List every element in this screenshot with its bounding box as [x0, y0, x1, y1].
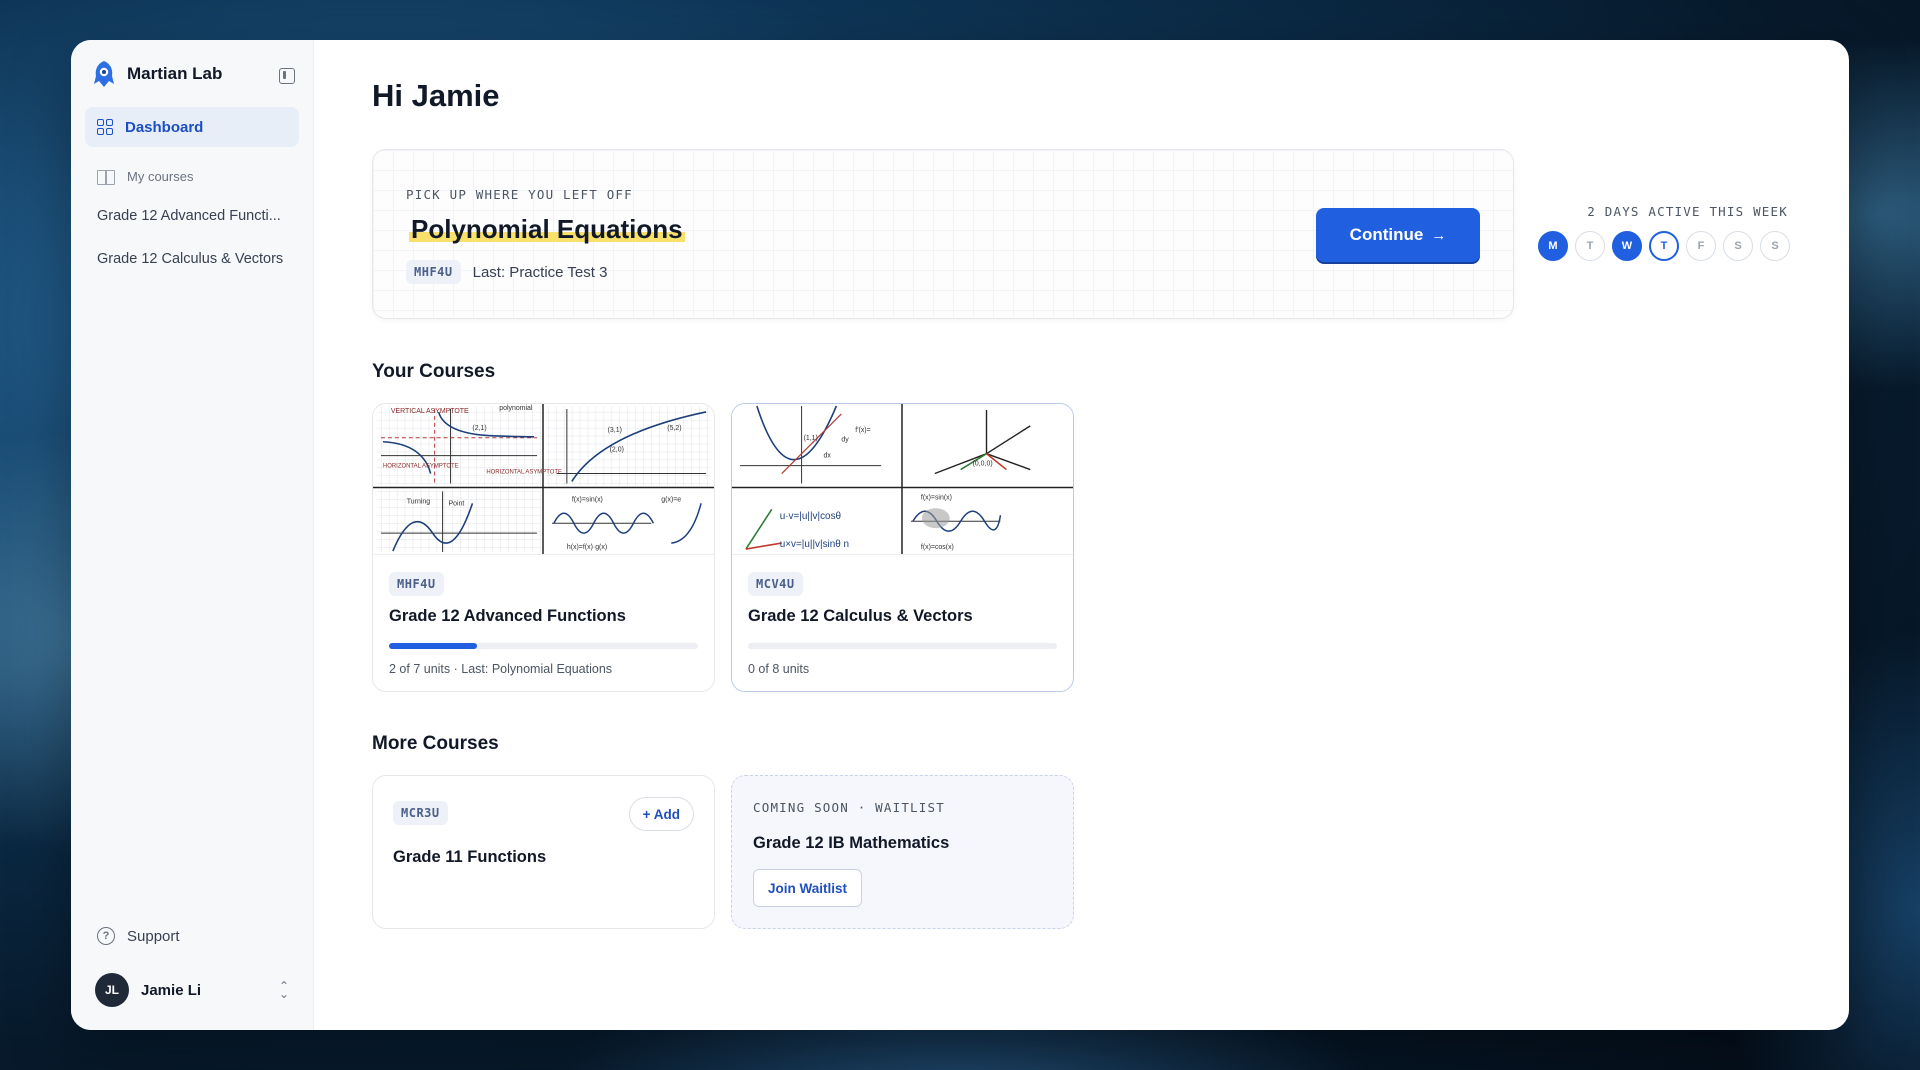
thumbnail-label: (2,0) [610, 447, 624, 454]
arrow-right-icon: → [1431, 226, 1447, 244]
course-thumbnail: VERTICAL ASYMPTOTE polynomial (2,1) HORI… [373, 404, 714, 555]
streak-day: T [1575, 231, 1605, 261]
collapse-sidebar-icon[interactable] [279, 68, 295, 84]
thumbnail-label: f(x)=cos(x) [921, 544, 954, 551]
progress-bar [389, 643, 698, 649]
thumbnail-label: f'(x)= [855, 427, 870, 434]
course-card[interactable]: (1,1) dy dx f'(x)= (0,0,0) u·v=|u||v|cos… [731, 403, 1074, 692]
thumbnail-label: polynomial [499, 405, 533, 412]
sidebar-item-dashboard[interactable]: Dashboard [85, 107, 299, 147]
your-courses-heading: Your Courses [372, 361, 496, 382]
user-menu[interactable]: JL Jamie Li ⌃ ⌄ [95, 972, 289, 1008]
course-title: Grade 11 Functions [393, 848, 547, 866]
resume-title: Polynomial Equations [409, 214, 685, 245]
resume-meta: MHF4U Last: Practice Test 3 [406, 260, 607, 284]
course-title: Grade 12 Calculus & Vectors [748, 607, 973, 625]
thumbnail-label: h(x)=f(x)·g(x) [567, 544, 607, 551]
course-code-badge: MHF4U [406, 260, 461, 284]
thumbnail-label: dy [841, 437, 849, 444]
main-content: Hi Jamie PICK UP WHERE YOU LEFT OFF Poly… [314, 40, 1849, 1030]
streak-label: 2 DAYS ACTIVE THIS WEEK [1587, 204, 1788, 219]
streak-day: T [1649, 231, 1679, 261]
calculus-vectors-illustration: (1,1) dy dx f'(x)= (0,0,0) u·v=|u||v|cos… [732, 404, 1073, 554]
course-code-badge: MCR3U [393, 801, 448, 825]
continue-label: Continue [1349, 225, 1424, 244]
course-code-badge: MCV4U [748, 572, 803, 596]
my-courses-heading: My courses [85, 169, 299, 185]
resume-kicker: PICK UP WHERE YOU LEFT OFF [406, 187, 633, 202]
sidebar-item-course[interactable]: Grade 12 Advanced Functi... [85, 194, 299, 237]
course-progress-text: 0 of 8 units [748, 662, 810, 676]
progress-fill [389, 643, 478, 649]
sidebar-item-label: Dashboard [125, 118, 204, 136]
brand[interactable]: Martian Lab [85, 54, 299, 94]
thumbnail-label: Point [449, 500, 465, 507]
thumbnail-label: (2,1) [472, 425, 486, 432]
waitlist-course-card: COMING SOON · WAITLIST Grade 12 IB Mathe… [731, 775, 1074, 929]
add-course-button[interactable]: + Add [628, 797, 694, 831]
course-thumbnail: (1,1) dy dx f'(x)= (0,0,0) u·v=|u||v|cos… [732, 404, 1073, 555]
my-courses-label: My courses [127, 169, 194, 184]
streak-day: M [1538, 231, 1568, 261]
course-title: Grade 12 IB Mathematics [753, 834, 950, 852]
thumbnail-label: u×v=|u||v|sinθ n [780, 539, 849, 550]
course-code-badge: MHF4U [389, 572, 444, 596]
chevron-up-down-icon[interactable]: ⌃ ⌄ [279, 980, 289, 1000]
dashboard-icon [97, 119, 113, 135]
support-label: Support [127, 927, 180, 945]
thumbnail-label: Turning [407, 498, 430, 505]
continue-button[interactable]: Continue → [1316, 208, 1480, 262]
last-activity: Last: Practice Test 3 [472, 263, 608, 281]
app-window: Martian Lab Dashboard My courses Grade 1… [71, 40, 1849, 1030]
thumbnail-label: (3,1) [608, 427, 622, 434]
app-name: Martian Lab [127, 64, 223, 83]
avatar: JL [95, 973, 129, 1007]
progress-bar [748, 643, 1057, 649]
support-link[interactable]: ? Support [97, 927, 180, 945]
weekly-streak: 2 DAYS ACTIVE THIS WEEK M T W T F S S [1538, 204, 1808, 261]
thumbnail-label: g(x)=e [661, 496, 681, 503]
waitlist-kicker: COMING SOON · WAITLIST [753, 800, 945, 815]
thumbnail-label: (5,2) [667, 425, 681, 432]
thumbnail-label: HORIZONTAL ASYMPTOTE [383, 464, 459, 470]
available-course-card: MCR3U + Add Grade 11 Functions [372, 775, 715, 929]
thumbnail-label: u·v=|u||v|cosθ [780, 511, 841, 522]
resume-card: PICK UP WHERE YOU LEFT OFF Polynomial Eq… [372, 149, 1514, 319]
streak-day: S [1723, 231, 1753, 261]
sidebar-item-course[interactable]: Grade 12 Calculus & Vectors [85, 237, 299, 280]
more-courses-heading: More Courses [372, 733, 499, 754]
book-icon [97, 169, 115, 185]
streak-days: M T W T F S S [1538, 231, 1808, 261]
functions-graphs-illustration: VERTICAL ASYMPTOTE polynomial (2,1) HORI… [373, 404, 714, 554]
page-title: Hi Jamie [372, 78, 500, 113]
course-title: Grade 12 Advanced Functions [389, 607, 626, 625]
course-progress-text: 2 of 7 units · Last: Polynomial Equation… [389, 662, 613, 676]
course-card[interactable]: VERTICAL ASYMPTOTE polynomial (2,1) HORI… [372, 403, 715, 692]
thumbnail-label: dx [823, 453, 831, 460]
thumbnail-label: (0,0,0) [973, 461, 993, 468]
sidebar: Martian Lab Dashboard My courses Grade 1… [71, 40, 314, 1030]
streak-day: F [1686, 231, 1716, 261]
thumbnail-label: HORIZONTAL ASYMPTOTE [486, 470, 562, 476]
user-name: Jamie Li [141, 981, 202, 999]
streak-day: S [1760, 231, 1790, 261]
streak-day: W [1612, 231, 1642, 261]
thumbnail-label: f(x)=sin(x) [921, 494, 952, 501]
martian-logo-icon [94, 61, 114, 87]
thumbnail-label: f(x)=sin(x) [572, 496, 603, 503]
thumbnail-label: (1,1) [804, 435, 818, 442]
thumbnail-label: VERTICAL ASYMPTOTE [391, 408, 469, 415]
help-circle-icon: ? [97, 927, 115, 945]
join-waitlist-button[interactable]: Join Waitlist [753, 869, 863, 907]
